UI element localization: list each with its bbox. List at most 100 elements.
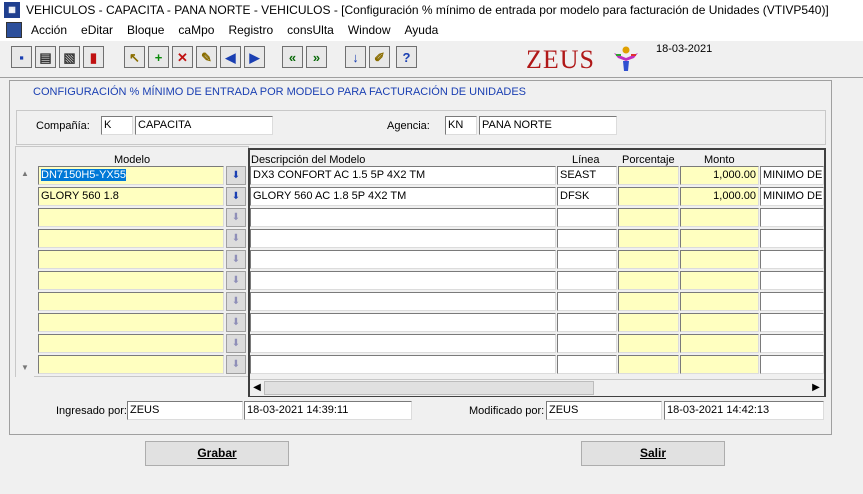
records-scrollbar[interactable]: ▲ ▼ <box>16 167 34 377</box>
descripcion-cell[interactable] <box>250 250 556 269</box>
monto-cell[interactable] <box>680 355 759 374</box>
descripcion-cell[interactable] <box>250 313 556 332</box>
porcentaje-cell[interactable] <box>618 187 679 206</box>
descripcion-cell[interactable] <box>250 208 556 227</box>
ingresado-date-field[interactable]: 18-03-2021 14:39:11 <box>244 401 412 420</box>
descripcion-cell[interactable] <box>250 271 556 290</box>
monto-cell[interactable] <box>680 292 759 311</box>
scroll-left-icon[interactable]: ◀ <box>250 380 264 396</box>
modelo-cell[interactable] <box>38 334 224 353</box>
linea-cell[interactable] <box>557 355 617 374</box>
print-preview-icon[interactable]: ▧ <box>59 46 80 68</box>
linea-cell[interactable] <box>557 334 617 353</box>
scroll-right-icon[interactable]: ▶ <box>809 380 823 396</box>
porcentaje-cell[interactable] <box>618 292 679 311</box>
grabar-button[interactable]: Grabar <box>145 441 289 466</box>
modelo-cell[interactable] <box>38 292 224 311</box>
monto-cell[interactable] <box>680 229 759 248</box>
menu-bloque[interactable]: Bloque <box>120 20 171 40</box>
linea-cell[interactable] <box>557 292 617 311</box>
tipo-cell[interactable] <box>760 229 824 248</box>
menu-editar[interactable]: eDitar <box>74 20 120 40</box>
list-values-row-icon[interactable]: ⬇ <box>226 229 246 248</box>
modelo-cell[interactable] <box>38 271 224 290</box>
scroll-up-icon[interactable]: ▲ <box>18 167 32 181</box>
menu-ayuda[interactable]: Ayuda <box>398 20 446 40</box>
menu-campo[interactable]: caMpo <box>171 20 221 40</box>
modelo-cell[interactable] <box>38 355 224 374</box>
modelo-cell[interactable] <box>38 208 224 227</box>
tipo-cell[interactable] <box>760 313 824 332</box>
print-icon[interactable]: ▤ <box>35 46 56 68</box>
menu-window[interactable]: Window <box>341 20 398 40</box>
modelo-cell[interactable] <box>38 250 224 269</box>
scroll-down-icon[interactable]: ▼ <box>18 361 32 375</box>
descripcion-cell[interactable]: GLORY 560 AC 1.8 5P 4X2 TM <box>250 187 556 206</box>
delete-record-icon[interactable]: ✕ <box>172 46 193 68</box>
document-icon[interactable] <box>6 22 22 38</box>
next-record-icon[interactable]: ▶ <box>244 46 265 68</box>
porcentaje-cell[interactable] <box>618 250 679 269</box>
insert-record-icon[interactable]: + <box>148 46 169 68</box>
linea-cell[interactable]: SEAST <box>557 166 617 185</box>
porcentaje-cell[interactable] <box>618 229 679 248</box>
porcentaje-cell[interactable] <box>618 355 679 374</box>
porcentaje-cell[interactable] <box>618 271 679 290</box>
linea-cell[interactable] <box>557 313 617 332</box>
monto-cell[interactable] <box>680 271 759 290</box>
descripcion-cell[interactable]: DX3 CONFORT AC 1.5 5P 4X2 TM <box>250 166 556 185</box>
horizontal-scroll-thumb[interactable] <box>264 381 594 395</box>
modificado-user-field[interactable]: ZEUS <box>546 401 662 420</box>
descripcion-cell[interactable] <box>250 292 556 311</box>
descripcion-cell[interactable] <box>250 355 556 374</box>
monto-cell[interactable] <box>680 250 759 269</box>
monto-cell[interactable] <box>680 208 759 227</box>
list-values-row-icon[interactable]: ⬇ <box>226 166 246 185</box>
tipo-cell[interactable] <box>760 355 824 374</box>
list-values-row-icon[interactable]: ⬇ <box>226 292 246 311</box>
monto-cell[interactable] <box>680 313 759 332</box>
modificado-date-field[interactable]: 18-03-2021 14:42:13 <box>664 401 824 420</box>
tipo-cell[interactable] <box>760 208 824 227</box>
edit-icon[interactable]: ✐ <box>369 46 390 68</box>
modelo-cell[interactable]: GLORY 560 1.8 <box>38 187 224 206</box>
list-values-row-icon[interactable]: ⬇ <box>226 187 246 206</box>
compania-name-field[interactable]: CAPACITA <box>135 116 273 135</box>
agencia-name-field[interactable]: PANA NORTE <box>479 116 617 135</box>
previous-record-icon[interactable]: ◀ <box>220 46 241 68</box>
modelo-cell[interactable] <box>38 229 224 248</box>
modelo-cell[interactable]: DN7150H5-YX55 <box>38 166 224 185</box>
tipo-cell[interactable]: MINIMO DE E <box>760 187 824 206</box>
tipo-cell[interactable] <box>760 271 824 290</box>
linea-cell[interactable] <box>557 208 617 227</box>
exit-icon[interactable]: ▮ <box>83 46 104 68</box>
monto-cell[interactable]: 1,000.00 <box>680 166 759 185</box>
clear-icon[interactable]: ✎ <box>196 46 217 68</box>
next-block-icon[interactable]: » <box>306 46 327 68</box>
ingresado-user-field[interactable]: ZEUS <box>127 401 243 420</box>
list-values-row-icon[interactable]: ⬇ <box>226 271 246 290</box>
tipo-cell[interactable] <box>760 334 824 353</box>
monto-cell[interactable]: 1,000.00 <box>680 187 759 206</box>
linea-cell[interactable] <box>557 271 617 290</box>
query-icon[interactable]: ↖ <box>124 46 145 68</box>
list-values-row-icon[interactable]: ⬇ <box>226 250 246 269</box>
salir-button[interactable]: Salir <box>581 441 725 466</box>
save-icon[interactable]: ▪ <box>11 46 32 68</box>
modelo-cell[interactable] <box>38 313 224 332</box>
descripcion-cell[interactable] <box>250 229 556 248</box>
linea-cell[interactable]: DFSK <box>557 187 617 206</box>
agencia-code-field[interactable]: KN <box>445 116 477 135</box>
previous-block-icon[interactable]: « <box>282 46 303 68</box>
porcentaje-cell[interactable] <box>618 313 679 332</box>
porcentaje-cell[interactable] <box>618 334 679 353</box>
menu-consulta[interactable]: consUlta <box>280 20 341 40</box>
list-values-row-icon[interactable]: ⬇ <box>226 313 246 332</box>
list-values-icon[interactable]: ↓ <box>345 46 366 68</box>
horizontal-scrollbar[interactable]: ◀ ▶ <box>250 379 824 396</box>
descripcion-cell[interactable] <box>250 334 556 353</box>
tipo-cell[interactable]: MINIMO DE E <box>760 166 824 185</box>
tipo-cell[interactable] <box>760 292 824 311</box>
monto-cell[interactable] <box>680 334 759 353</box>
help-icon[interactable]: ? <box>396 46 417 68</box>
